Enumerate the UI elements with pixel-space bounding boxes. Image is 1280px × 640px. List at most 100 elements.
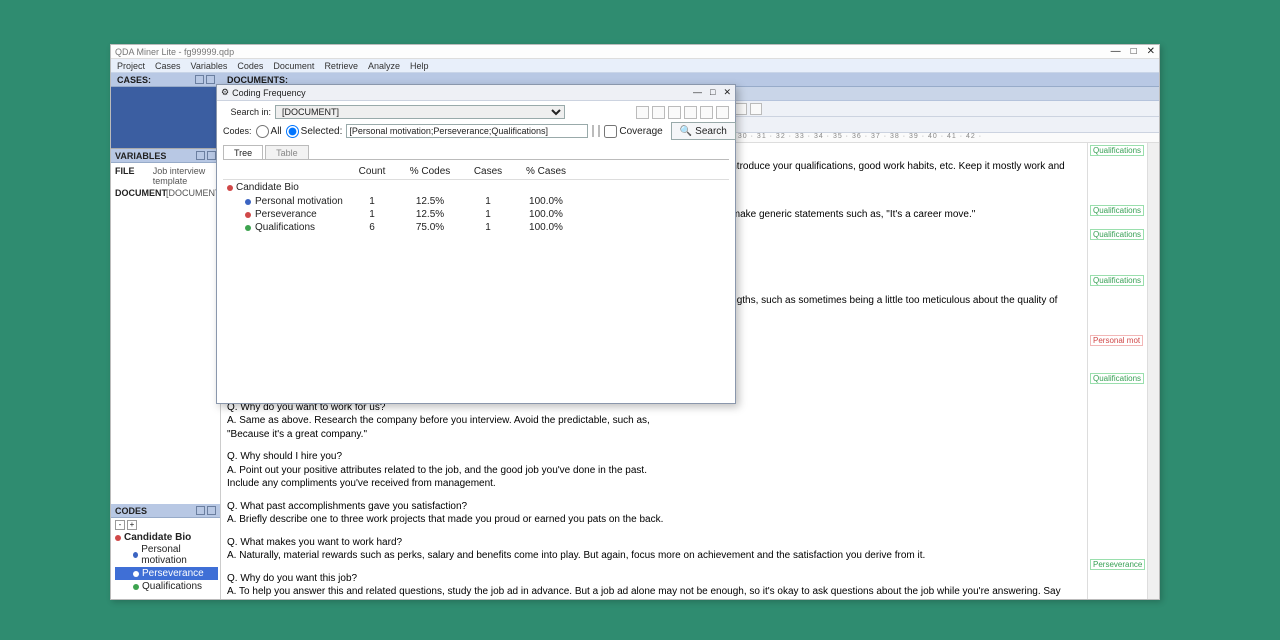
dialog-title: Coding Frequency xyxy=(232,88,306,98)
result-row[interactable]: Personal motivation112.5%1100.0% xyxy=(223,195,729,208)
menu-cases[interactable]: Cases xyxy=(155,61,181,71)
dlg-tool-icon[interactable] xyxy=(684,106,697,119)
menu-retrieve[interactable]: Retrieve xyxy=(324,61,358,71)
menu-analyze[interactable]: Analyze xyxy=(368,61,400,71)
doc-line[interactable]: Q. What past accomplishments gave you sa… xyxy=(227,501,1079,514)
margin-tag[interactable]: Qualifications xyxy=(1090,145,1144,156)
doc-line[interactable]: Include any compliments you've received … xyxy=(227,478,1079,491)
menu-document[interactable]: Document xyxy=(273,61,314,71)
bullet-icon xyxy=(245,212,251,218)
list-icon[interactable] xyxy=(735,103,747,115)
dlg-tool-icon[interactable] xyxy=(652,106,665,119)
codes-label: CODES xyxy=(115,506,147,516)
doc-line[interactable]: A. Briefly describe one to three work pr… xyxy=(227,514,1079,527)
dialog-body: Search in: [DOCUMENT] Codes: All Selecte… xyxy=(217,101,735,403)
tree-expand-icon[interactable]: + xyxy=(127,520,137,530)
dialog-close-icon[interactable]: ✕ xyxy=(723,87,731,98)
code-item-perseverance[interactable]: Perseverance xyxy=(115,567,218,580)
var-document-value: [DOCUMENT] xyxy=(166,188,223,198)
margin-tag[interactable]: Perseverance xyxy=(1090,559,1145,570)
bullet-icon xyxy=(245,199,251,205)
search-button[interactable]: 🔍Search xyxy=(671,122,736,140)
margin-tag[interactable]: Qualifications xyxy=(1090,229,1144,240)
dialog-minimize-icon[interactable]: — xyxy=(693,87,702,98)
menu-codes[interactable]: Codes xyxy=(237,61,263,71)
col-cases: Cases xyxy=(459,166,517,177)
codes-picker-icon[interactable] xyxy=(592,125,594,137)
doc-line[interactable]: Q. What makes you want to work hard? xyxy=(227,537,1079,550)
coding-frequency-dialog: ⚙ Coding Frequency — □ ✕ Search in: [DOC… xyxy=(216,84,736,404)
codes-selected-input[interactable] xyxy=(346,124,588,138)
cases-panel-header: CASES: xyxy=(111,73,221,87)
doc-line[interactable] xyxy=(227,564,1079,572)
result-category[interactable]: Candidate Bio xyxy=(223,180,729,195)
dialog-tabs: Tree Table xyxy=(223,145,729,160)
doc-line[interactable]: A. Same as above. Research the company b… xyxy=(227,415,1079,428)
doc-line[interactable] xyxy=(227,528,1079,536)
category-bullet-icon xyxy=(115,535,121,541)
tree-collapse-icon[interactable]: - xyxy=(115,520,125,530)
list-icon[interactable] xyxy=(750,103,762,115)
margin-tag[interactable]: Qualifications xyxy=(1090,275,1144,286)
doc-line[interactable]: Q. Why should I hire you? xyxy=(227,451,1079,464)
dlg-print-icon[interactable] xyxy=(716,106,729,119)
dialog-titlebar: ⚙ Coding Frequency — □ ✕ xyxy=(217,85,735,101)
panel-btn-icon[interactable] xyxy=(196,151,205,160)
panel-btn-icon[interactable] xyxy=(207,506,216,515)
doc-line[interactable] xyxy=(227,492,1079,500)
margin-tag[interactable]: Personal mot xyxy=(1090,335,1143,346)
bullet-icon xyxy=(227,185,233,191)
doc-line[interactable]: A. Naturally, material rewards such as p… xyxy=(227,550,1079,563)
bullet-icon xyxy=(133,552,138,558)
var-file-label: FILE xyxy=(115,166,147,186)
tab-tree[interactable]: Tree xyxy=(223,145,263,159)
doc-line[interactable]: A. To help you answer this and related q… xyxy=(227,586,1079,599)
code-category[interactable]: Candidate Bio xyxy=(115,532,218,543)
vertical-scrollbar[interactable] xyxy=(1147,143,1159,599)
variables-panel-header: VARIABLES xyxy=(111,149,220,163)
codes-panel-header: CODES xyxy=(111,504,220,518)
var-document-label: DOCUMENT xyxy=(115,188,160,198)
codes-all-radio[interactable]: All xyxy=(256,125,282,138)
doc-line[interactable] xyxy=(227,442,1079,450)
margin-tag[interactable]: Qualifications xyxy=(1090,205,1144,216)
left-column: VARIABLES FILE Job interview template DOC… xyxy=(111,87,221,599)
search-in-select[interactable]: [DOCUMENT] xyxy=(275,105,565,119)
variables-label: VARIABLES xyxy=(115,151,166,161)
codes-selected-radio[interactable]: Selected: xyxy=(286,125,343,138)
result-row[interactable]: Qualifications675.0%1100.0% xyxy=(223,221,729,234)
tab-table[interactable]: Table xyxy=(265,145,309,159)
result-table: Count % Codes Cases % Cases Candidate Bi… xyxy=(223,164,729,234)
minimize-icon[interactable]: — xyxy=(1111,46,1121,57)
panel-btn-icon[interactable] xyxy=(207,151,216,160)
panel-btn-icon[interactable] xyxy=(195,75,204,84)
codes-picker-icon[interactable] xyxy=(598,125,600,137)
doc-line[interactable]: A. Point out your positive attributes re… xyxy=(227,465,1079,478)
result-row[interactable]: Perseverance112.5%1100.0% xyxy=(223,208,729,221)
coverage-checkbox[interactable]: Coverage xyxy=(604,125,662,138)
doc-line[interactable]: Q. Why do you want this job? xyxy=(227,573,1079,586)
menu-help[interactable]: Help xyxy=(410,61,429,71)
maximize-icon[interactable]: □ xyxy=(1131,46,1137,57)
var-file-value: Job interview template xyxy=(153,166,216,186)
dlg-tool-icon[interactable] xyxy=(636,106,649,119)
panel-btn-icon[interactable] xyxy=(196,506,205,515)
dlg-save-icon[interactable] xyxy=(700,106,713,119)
dlg-chart-icon[interactable] xyxy=(668,106,681,119)
bullet-icon xyxy=(133,584,139,590)
menu-variables[interactable]: Variables xyxy=(191,61,228,71)
close-icon[interactable]: ✕ xyxy=(1147,46,1155,57)
margin-tag[interactable]: Qualifications xyxy=(1090,373,1144,384)
code-item-qualifications[interactable]: Qualifications xyxy=(115,580,218,593)
dialog-maximize-icon[interactable]: □ xyxy=(710,87,715,98)
codes-label: Codes: xyxy=(223,126,252,136)
code-category-label: Candidate Bio xyxy=(124,532,191,543)
cases-list[interactable] xyxy=(111,87,220,149)
menu-project[interactable]: Project xyxy=(117,61,145,71)
panel-btn-icon[interactable] xyxy=(206,75,215,84)
search-icon: 🔍 xyxy=(680,126,692,137)
code-item-personal-motivation[interactable]: Personal motivation xyxy=(115,543,218,567)
doc-line[interactable]: "Because it's a great company." xyxy=(227,429,1079,442)
col-pcodes: % Codes xyxy=(401,166,459,177)
codes-tree: -+ Candidate Bio Personal motivation Per… xyxy=(111,518,220,599)
